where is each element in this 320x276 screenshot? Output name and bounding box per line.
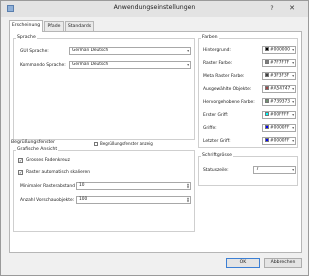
color-select-selected[interactable]: #A54747 ▾ [262,85,296,93]
chevron-down-icon: ▾ [292,48,294,52]
gui-language-label: GUI Sprache: [20,49,49,54]
cancel-button[interactable]: Abbrechen [264,258,302,268]
min-grid-spacing-value: 10 [79,183,85,188]
window-title: Anwendungseinstellungen [113,4,196,11]
color-swatch [265,125,269,129]
color-value-last-handle: #0000FF [270,138,290,144]
chevron-down-icon: ▾ [187,63,189,67]
color-value-grid: #7F7F7F [270,60,290,66]
min-grid-spacing-spinbox[interactable]: 10 ▲ ▼ [76,182,191,190]
color-swatch [265,73,269,77]
color-swatch [265,112,269,116]
welcome-checkbox-label: Begrüßungsfenster anzeig [100,141,153,146]
group-font-size-title: Schriftgrösse [201,153,233,158]
chevron-down-icon: ▾ [292,100,294,104]
command-language-select[interactable]: German Deutsch ▾ [69,61,191,69]
ok-button[interactable]: OK [226,258,260,268]
color-value-selected: #A54747 [270,86,291,92]
color-swatch [265,99,269,103]
chevron-down-icon: ▾ [292,126,294,130]
color-select-first-handle[interactable]: #00FFFF ▾ [262,111,296,119]
welcome-checkbox[interactable] [94,142,98,146]
large-crosshair-label: Grosses Fadenkreuz [26,158,70,163]
chevron-down-icon: ▾ [187,49,189,53]
close-button[interactable]: ✕ [286,3,298,14]
color-select-meta-grid[interactable]: #3F3F3F ▾ [262,72,296,80]
group-welcome-title: Begrüßungsfenster [10,140,56,145]
color-select-handles[interactable]: #0000FF ▾ [262,124,296,132]
chevron-down-icon: ▾ [292,74,294,78]
color-select-last-handle[interactable]: #0000FF ▾ [262,137,296,145]
tab-pfade[interactable]: Pfade [44,21,64,31]
group-graphic-view-title: Grafische Ansicht [16,147,59,152]
tab-standards[interactable]: Standards [65,21,94,31]
color-value-meta-grid: #3F3F3F [270,73,290,79]
status-bar-font-label: Statuszeile: [203,168,229,173]
tab-erscheinung[interactable]: Erscheinung [9,20,43,32]
color-select-background[interactable]: #000000 ▾ [262,46,296,54]
auto-scale-grid-label: Raster automatisch skalieren [26,170,91,175]
status-bar-font-select[interactable]: 7 ▾ [253,166,296,174]
command-language-label: Kommando Sprache: [20,63,66,68]
color-label-meta-grid: Meta Raster Farbe: [203,74,245,79]
title-bar[interactable]: Anwendungseinstellungen ? ✕ [1,1,308,17]
preview-count-spinbox[interactable]: 100 ▲ ▼ [76,196,191,204]
color-label-background: Hintergrund: [203,48,231,53]
chevron-down-icon: ▾ [292,61,294,65]
spin-arrows-icon[interactable]: ▲ ▼ [187,197,189,203]
spin-down-icon[interactable]: ▼ [187,186,189,189]
check-icon: ✓ [19,158,23,163]
color-swatch [265,60,269,64]
color-label-selected: Ausgewählte Objekte: [203,87,252,92]
settings-dialog: Anwendungseinstellungen ? ✕ Erscheinung … [0,0,309,276]
color-select-highlight[interactable]: #739373 ▾ [262,98,296,106]
color-label-handles: Griffe: [203,126,217,131]
color-value-background: #000000 [270,47,291,53]
spin-arrows-icon[interactable]: ▲ ▼ [187,183,189,189]
preview-count-value: 100 [79,197,88,202]
large-crosshair-checkbox[interactable]: ✓ [18,158,23,163]
spin-down-icon[interactable]: ▼ [187,200,189,203]
color-value-handles: #0000FF [270,125,290,131]
auto-scale-grid-checkbox[interactable]: ✓ [18,170,23,175]
chevron-down-icon: ▾ [292,113,294,117]
color-swatch [265,138,269,142]
group-language-title: Sprache [16,35,37,40]
chevron-down-icon: ▾ [292,87,294,91]
color-label-highlight: Hervorgehobene Farbe: [203,100,255,105]
chevron-down-icon: ▾ [292,168,294,172]
tab-panel-erscheinung: Sprache GUI Sprache: German Deutsch ▾ Ko… [9,31,302,253]
color-value-highlight: #739373 [270,99,291,105]
color-value-first-handle: #00FFFF [270,112,289,118]
color-label-first-handle: Erster Griff: [203,113,229,118]
status-bar-font-value: 7 [256,167,259,172]
color-label-last-handle: Letzter Griff: [203,139,231,144]
chevron-down-icon: ▾ [292,139,294,143]
command-language-value: German Deutsch [72,62,109,67]
color-select-grid[interactable]: #7F7F7F ▾ [262,59,296,67]
color-swatch [265,86,269,90]
gui-language-value: German Deutsch [72,48,109,53]
help-button[interactable]: ? [266,3,278,14]
preview-count-label: Anzahl Vorschauobjekte: [20,198,75,203]
group-colors-title: Farben [201,35,219,40]
color-swatch [265,47,269,51]
color-label-grid: Raster Farbe: [203,61,233,66]
check-icon: ✓ [19,170,23,175]
gui-language-select[interactable]: German Deutsch ▾ [69,47,191,55]
